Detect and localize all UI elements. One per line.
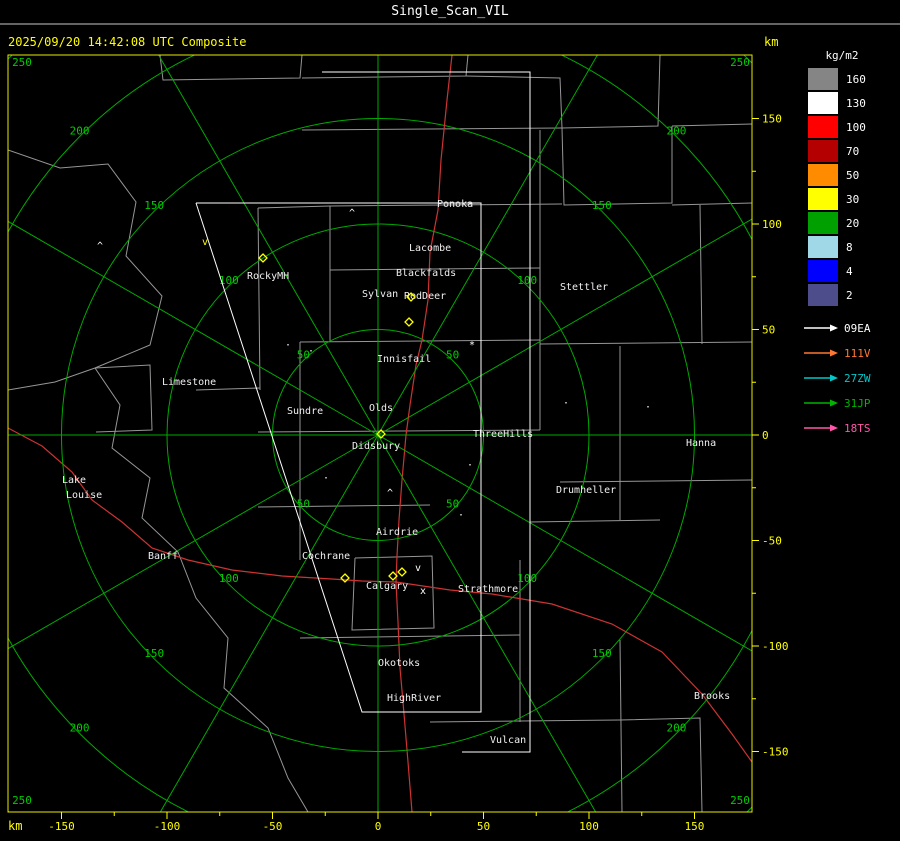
map-axes: -150 -150 -100 -100 -50 -50 0 0 50 50 100 100 150 150	[7, 54, 789, 833]
right-axis-unit: km	[764, 35, 778, 49]
legend-swatch-8	[808, 236, 838, 258]
storm-track-arrow-head-31JP	[830, 399, 838, 407]
right-axis-label-100: 100	[762, 218, 782, 231]
bottom-axis-label-0: 0	[375, 820, 382, 833]
bottom-axis-label-100: 100	[579, 820, 599, 833]
legend-value-4: 4	[846, 265, 853, 278]
legend-value-160: 160	[846, 73, 866, 86]
storm-track-id-27ZW: 27ZW	[844, 372, 871, 385]
legend-swatch-4	[808, 260, 838, 282]
bottom-axis-label-150: 150	[685, 820, 705, 833]
window-title: Single_Scan_VIL	[391, 4, 509, 19]
bottom-axis-unit: km	[8, 819, 22, 833]
legend-value-2: 2	[846, 289, 853, 302]
legend-swatch-100	[808, 116, 838, 138]
legend-swatch-30	[808, 188, 838, 210]
storm-track-arrow-head-27ZW	[830, 374, 838, 382]
right-axis-label--150: -150	[762, 746, 789, 759]
storm-track-legend: 09EA 111V 27ZW 31JP 18TS	[804, 322, 871, 435]
legend-swatch-20	[808, 212, 838, 234]
legend-value-70: 70	[846, 145, 859, 158]
storm-track-arrow-head-111V	[830, 349, 838, 357]
legend-value-130: 130	[846, 97, 866, 110]
legend-value-8: 8	[846, 241, 853, 254]
legend-swatch-50	[808, 164, 838, 186]
legend-swatch-70	[808, 140, 838, 162]
legend-value-20: 20	[846, 217, 859, 230]
map-area[interactable]	[8, 55, 752, 812]
storm-track-id-111V: 111V	[844, 347, 871, 360]
right-axis-label-0: 0	[762, 429, 769, 442]
right-axis-label-150: 150	[762, 113, 782, 126]
timestamp-label: 2025/09/20 14:42:08 UTC Composite	[8, 35, 246, 49]
bottom-axis-label--50: -50	[263, 820, 283, 833]
storm-track-id-09EA: 09EA	[844, 322, 871, 335]
bottom-axis-label--100: -100	[154, 820, 181, 833]
right-axis-label--100: -100	[762, 640, 789, 653]
right-axis-label-50: 50	[762, 324, 775, 337]
storm-track-arrow-head-09EA	[830, 324, 838, 332]
right-axis-label--50: -50	[762, 535, 782, 548]
bottom-axis-label--150: -150	[48, 820, 75, 833]
legend-value-50: 50	[846, 169, 859, 182]
bottom-axis-label-50: 50	[477, 820, 490, 833]
legend-swatch-2	[808, 284, 838, 306]
legend-value-100: 100	[846, 121, 866, 134]
legend-unit-label: kg/m2	[825, 49, 858, 62]
storm-track-id-18TS: 18TS	[844, 422, 871, 435]
legend-swatch-130	[808, 92, 838, 114]
legend-value-30: 30	[846, 193, 859, 206]
radar-display-window: Single_Scan_VIL 2025/09/20 14:42:08 UTC …	[0, 0, 900, 841]
storm-track-id-31JP: 31JP	[844, 397, 871, 410]
storm-track-arrow-head-18TS	[830, 424, 838, 432]
legend-swatch-160	[808, 68, 838, 90]
vil-color-legend: 160 130 100 70 50 30 20 8 4 2	[808, 68, 866, 306]
